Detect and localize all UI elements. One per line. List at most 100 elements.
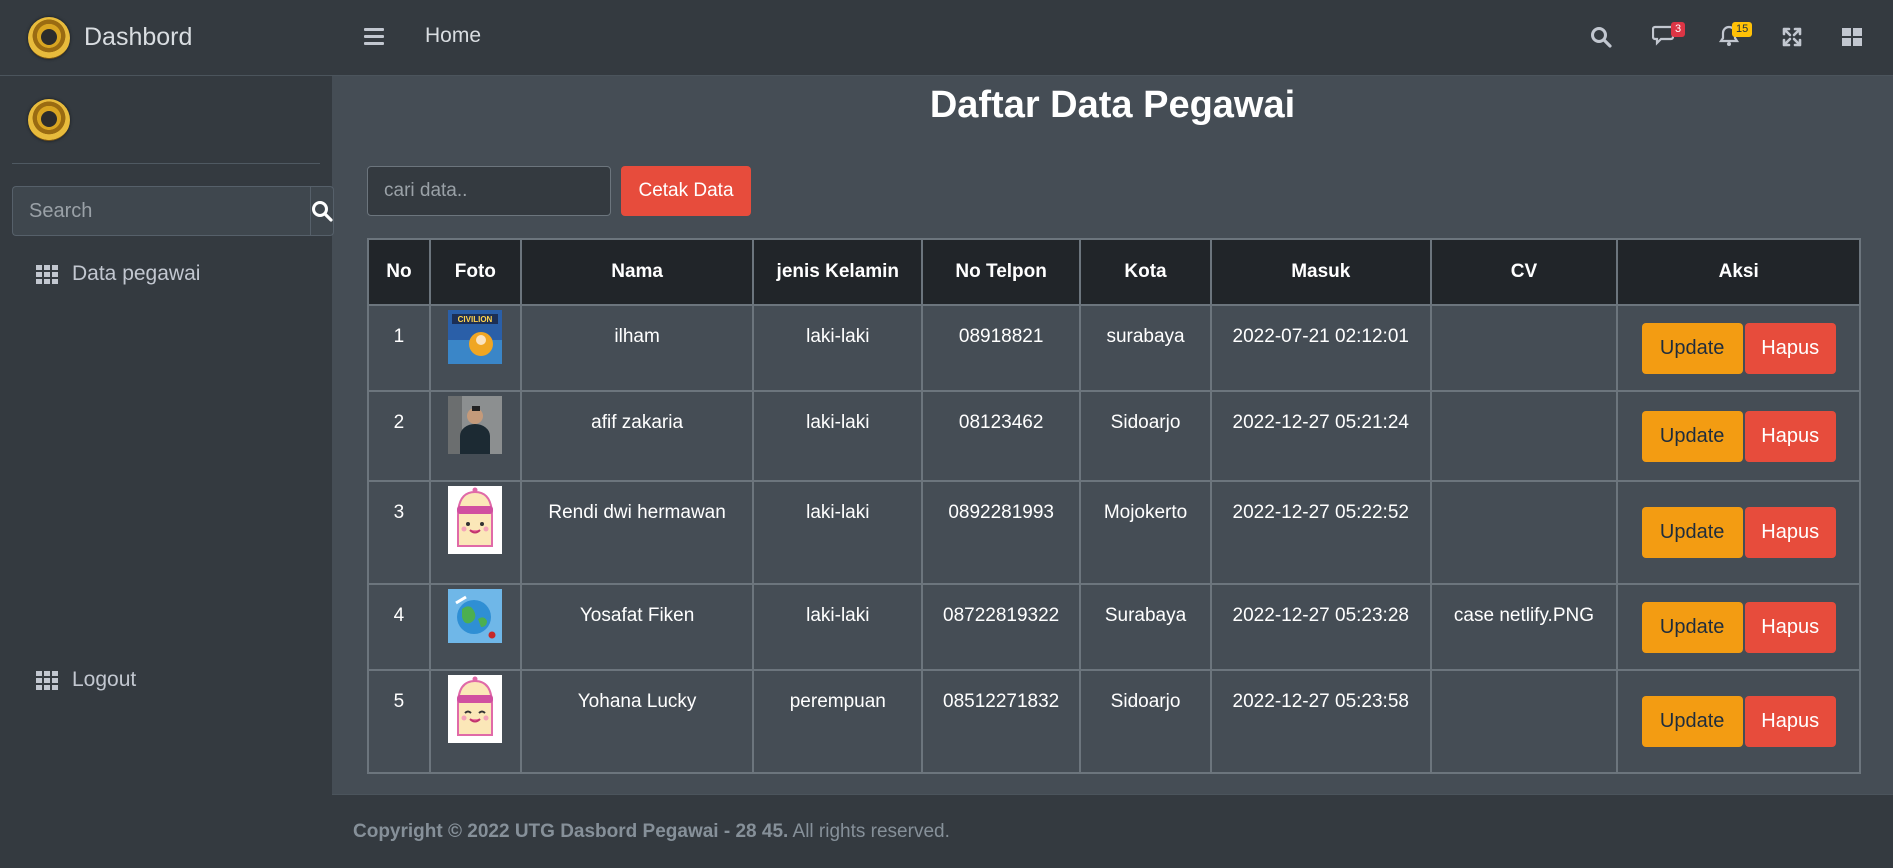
update-button[interactable]: Update [1641,507,1743,558]
nav-home-link[interactable]: Home [425,24,481,48]
cell-masuk: 2022-07-21 02:12:01 [1209,304,1432,392]
employee-table: No Foto Nama jenis Kelamin No Telpon Kot… [367,238,1861,774]
svg-text:CIVILION: CIVILION [458,315,493,324]
university-logo-icon [28,16,70,59]
data-search-input[interactable] [367,166,611,216]
cell-aksi: Update Hapus [1616,304,1861,392]
sidebar: Dashbord Data pegawai Logout [0,0,334,868]
employee-photo[interactable] [448,486,503,554]
cell-masuk: 2022-12-27 05:23:28 [1209,583,1432,671]
cell-masuk: 2022-12-27 05:22:52 [1209,480,1432,585]
cell-cv [1429,480,1619,585]
footer-copyright: Copyright © 2022 UTG Dasbord Pegawai - 2… [353,821,789,842]
column-header: Aksi [1616,238,1861,306]
employee-photo[interactable] [448,396,503,454]
sidebar-search [12,186,334,236]
cell-jenis-kelamin: perempuan [752,669,924,774]
cell-nama: afif zakaria [519,390,755,482]
employee-photo[interactable] [448,675,503,743]
sidebar-item-logout[interactable]: Logout [36,668,136,692]
column-header: No Telpon [921,238,1082,306]
sidebar-item-data-pegawai[interactable]: Data pegawai [36,262,200,286]
update-button[interactable]: Update [1641,696,1743,747]
cell-aksi: Update Hapus [1616,390,1861,482]
cell-no: 4 [367,583,431,671]
user-panel [12,76,320,164]
cell-foto [428,669,522,774]
table-row: 2 afif zakaria laki-laki 08123462 Sidoar… [367,390,1861,482]
cell-nama: Yosafat Fiken [519,583,755,671]
column-header: Masuk [1209,238,1432,306]
brand-link[interactable]: Dashbord [0,0,332,76]
th-grid-icon [36,264,58,284]
cell-cv [1429,669,1619,774]
cell-no-telpon: 08722819322 [921,583,1082,671]
cell-masuk: 2022-12-27 05:23:58 [1209,669,1432,774]
footer-rights: All rights reserved. [788,821,950,842]
cell-no-telpon: 08918821 [921,304,1082,392]
table-row: 5 Yohana Lucky perempuan 08512271832 Sid… [367,669,1861,774]
cell-nama: Yohana Lucky [519,669,755,774]
update-button[interactable]: Update [1641,601,1743,653]
delete-button[interactable]: Hapus [1744,696,1836,747]
table-row: 4 Yosafat Fiken laki-laki 08722819322 Su… [367,583,1861,671]
employee-photo[interactable] [448,589,503,643]
update-button[interactable]: Update [1641,322,1743,374]
cell-no: 5 [367,669,431,774]
control-sidebar-icon[interactable] [1841,27,1863,47]
cell-no-telpon: 08123462 [921,390,1082,482]
cell-kota: Mojokerto [1079,480,1212,585]
cell-jenis-kelamin: laki-laki [752,390,924,482]
sidebar-item-label: Data pegawai [72,262,201,285]
search-icon[interactable] [1590,26,1612,48]
sidebar-search-input[interactable] [12,186,310,236]
cell-kota: Sidoarjo [1079,669,1212,774]
messages-badge: 3 [1671,22,1686,37]
cell-no-telpon: 08512271832 [921,669,1082,774]
delete-button[interactable]: Hapus [1744,601,1836,653]
cell-foto [428,390,522,482]
messages-button[interactable]: 3 [1651,22,1686,50]
print-data-button[interactable]: Cetak Data [621,166,751,216]
cell-kota: surabaya [1079,304,1212,392]
cell-kota: Sidoarjo [1079,390,1212,482]
fullscreen-icon[interactable] [1782,27,1802,47]
top-navbar: Home 3 15 [332,0,1893,76]
notifications-badge: 15 [1732,22,1753,37]
cell-cv [1429,390,1619,482]
cell-aksi: Update Hapus [1616,480,1861,585]
cell-foto [428,583,522,671]
cell-jenis-kelamin: laki-laki [752,304,924,392]
cell-aksi: Update Hapus [1616,669,1861,774]
table-row: 1 CIVILION ilham laki-laki 08918821 sura… [367,304,1861,392]
cell-cv[interactable]: case netlify.PNG [1429,583,1619,671]
column-header: CV [1429,238,1619,306]
cell-masuk: 2022-12-27 05:21:24 [1209,390,1432,482]
footer: Copyright © 2022 UTG Dasbord Pegawai - 2… [332,794,1893,868]
column-header: Kota [1079,238,1212,306]
cell-jenis-kelamin: laki-laki [752,583,924,671]
sidebar-search-button[interactable] [310,186,334,236]
cell-no: 1 [367,304,431,392]
delete-button[interactable]: Hapus [1744,322,1836,374]
cell-no: 2 [367,390,431,482]
user-avatar[interactable] [28,98,70,141]
cell-nama: Rendi dwi hermawan [519,480,755,585]
menu-toggle-icon[interactable] [364,28,384,49]
update-button[interactable]: Update [1641,410,1743,462]
table-header-row: No Foto Nama jenis Kelamin No Telpon Kot… [367,238,1861,306]
search-icon [312,201,333,222]
sidebar-item-label: Logout [72,668,137,691]
cell-jenis-kelamin: laki-laki [752,480,924,585]
cell-foto [428,480,522,585]
cell-kota: Surabaya [1079,583,1212,671]
cell-no: 3 [367,480,431,585]
employee-photo[interactable]: CIVILION [448,310,503,364]
notifications-button[interactable]: 15 [1718,22,1753,50]
th-grid-icon [36,670,58,690]
cell-no-telpon: 0892281993 [921,480,1082,585]
delete-button[interactable]: Hapus [1744,507,1836,558]
cell-aksi: Update Hapus [1616,583,1861,671]
delete-button[interactable]: Hapus [1744,410,1836,462]
cell-foto: CIVILION [428,304,522,392]
